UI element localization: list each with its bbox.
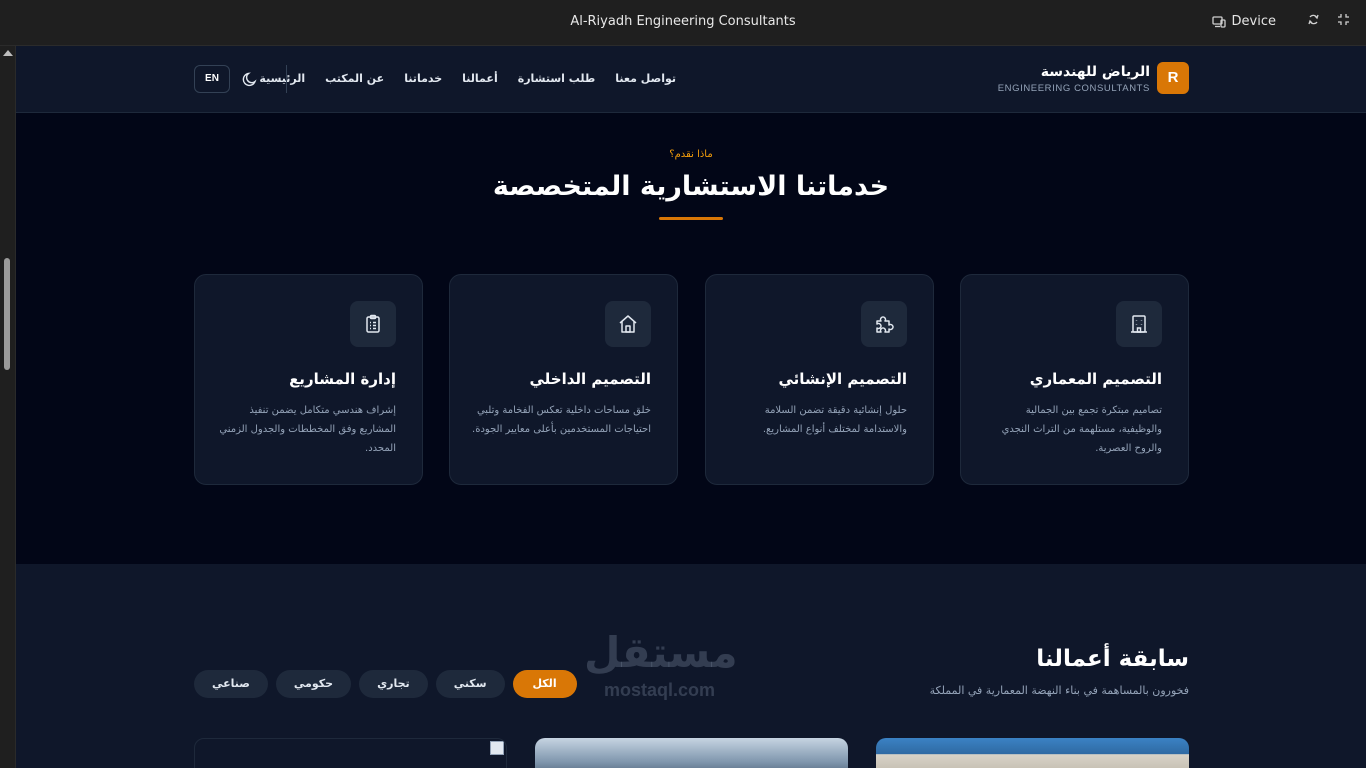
filter-residential-button[interactable]: سكني bbox=[435, 670, 505, 698]
project-card[interactable] bbox=[194, 738, 507, 768]
filter-industrial-button[interactable]: صناعي bbox=[194, 670, 268, 698]
service-card-architectural[interactable]: التصميم المعماري تصاميم مبتكرة تجمع بين … bbox=[960, 274, 1189, 485]
moon-icon[interactable] bbox=[242, 71, 258, 87]
site-header: R الرياض للهندسة ENGINEERING CONSULTANTS… bbox=[16, 46, 1366, 113]
collapse-icon[interactable] bbox=[1337, 13, 1350, 30]
device-toggle[interactable]: Device bbox=[1211, 14, 1276, 29]
service-card-interior[interactable]: التصميم الداخلي خلق مساحات داخلية تعكس ا… bbox=[449, 274, 678, 485]
watermark-logo: مستقل bbox=[584, 628, 738, 677]
nav-item-about[interactable]: عن المكتب bbox=[325, 72, 384, 85]
filter-all-button[interactable]: الكل bbox=[512, 670, 577, 698]
window-title: Al-Riyadh Engineering Consultants bbox=[570, 14, 796, 29]
brand-subtitle: ENGINEERING CONSULTANTS bbox=[997, 83, 1150, 94]
nav-item-works[interactable]: أعمالنا bbox=[462, 72, 498, 85]
watermark-url: mostaql.com bbox=[604, 680, 716, 700]
filter-government-button[interactable]: حكومي bbox=[275, 670, 352, 698]
device-icon bbox=[1211, 15, 1226, 28]
card-description: إشراف هندسي متكامل يضمن تنفيذ المشاريع و… bbox=[219, 405, 396, 454]
main-nav: الرئيسية عن المكتب خدماتنا أعمالنا طلب ا… bbox=[259, 72, 676, 85]
scroll-up-arrow-icon[interactable] bbox=[3, 50, 13, 56]
services-section: ماذا نقدم؟ خدماتنا الاستشارية المتخصصة ا… bbox=[16, 113, 1366, 564]
broken-image-icon bbox=[490, 741, 504, 755]
card-title: التصميم المعماري bbox=[1029, 370, 1162, 388]
card-description: خلق مساحات داخلية تعكس الفخامة وتلبي احت… bbox=[472, 405, 651, 435]
card-title: التصميم الإنشائي bbox=[778, 370, 908, 388]
home-icon bbox=[605, 301, 651, 347]
nav-divider bbox=[286, 65, 287, 93]
vertical-scrollbar[interactable] bbox=[0, 46, 16, 768]
works-filter-bar: الكل سكني تجاري حكومي صناعي bbox=[194, 670, 577, 698]
nav-item-contact[interactable]: تواصل معنا bbox=[615, 72, 676, 85]
card-title: إدارة المشاريع bbox=[289, 370, 396, 388]
project-card[interactable] bbox=[876, 738, 1189, 768]
clipboard-icon bbox=[350, 301, 396, 347]
language-toggle-button[interactable]: EN bbox=[194, 65, 230, 93]
works-title: سابقة أعمالنا bbox=[1036, 646, 1189, 672]
nav-item-home[interactable]: الرئيسية bbox=[259, 72, 305, 85]
project-card[interactable] bbox=[535, 738, 848, 768]
service-card-project-management[interactable]: إدارة المشاريع إشراف هندسي متكامل يضمن ت… bbox=[194, 274, 423, 485]
app-titlebar: Al-Riyadh Engineering Consultants Device bbox=[0, 0, 1366, 46]
card-title: التصميم الداخلي bbox=[529, 370, 651, 388]
scrollbar-thumb[interactable] bbox=[4, 258, 10, 370]
filter-commercial-button[interactable]: تجاري bbox=[359, 670, 428, 698]
rotate-icon[interactable] bbox=[1307, 13, 1320, 30]
brand-name[interactable]: الرياض للهندسة bbox=[1041, 64, 1150, 80]
building-icon bbox=[1116, 301, 1162, 347]
title-underline bbox=[659, 217, 723, 220]
works-subtitle: فخورون بالمساهمة في بناء النهضة المعماري… bbox=[929, 684, 1189, 697]
device-label: Device bbox=[1231, 14, 1276, 29]
nav-item-services[interactable]: خدماتنا bbox=[404, 72, 442, 85]
puzzle-icon bbox=[861, 301, 907, 347]
service-card-structural[interactable]: التصميم الإنشائي حلول إنشائية دقيقة تضمن… bbox=[705, 274, 934, 485]
services-eyebrow: ماذا نقدم؟ bbox=[669, 149, 713, 160]
services-title: خدماتنا الاستشارية المتخصصة bbox=[492, 171, 890, 202]
card-description: حلول إنشائية دقيقة تضمن السلامة والاستدا… bbox=[762, 405, 907, 435]
card-description: تصاميم مبتكرة تجمع بين الجمالية والوظيفي… bbox=[1001, 405, 1162, 454]
logo-badge[interactable]: R bbox=[1157, 62, 1189, 94]
nav-item-consultation[interactable]: طلب استشارة bbox=[518, 72, 596, 85]
